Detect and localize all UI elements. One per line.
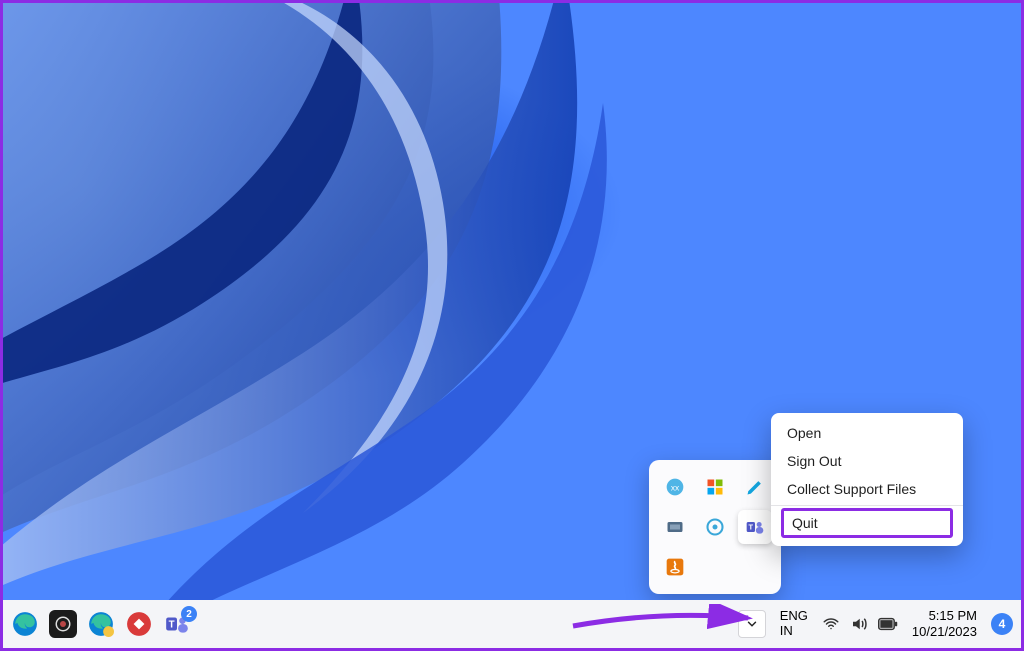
menu-sign-out[interactable]: Sign Out — [771, 447, 963, 475]
chevron-down-icon — [745, 617, 759, 631]
language-line1: ENG — [780, 609, 808, 624]
menu-separator — [771, 505, 963, 506]
safely-remove-tray-icon[interactable] — [658, 510, 692, 544]
edge-profile-taskbar-icon[interactable] — [87, 610, 115, 638]
taskbar-clock[interactable]: 5:15 PM 10/21/2023 — [912, 608, 977, 639]
menu-quit[interactable]: Quit — [781, 508, 953, 538]
volume-icon[interactable] — [850, 615, 868, 633]
driver-tray-icon[interactable] — [698, 510, 732, 544]
teams-taskbar-icon[interactable]: T 2 — [163, 610, 191, 638]
language-indicator[interactable]: ENG IN — [780, 609, 808, 639]
taskbar-right: ENG IN 5:15 PM 10/21/2023 4 — [738, 608, 1013, 639]
tray-flyout: xx T — [649, 460, 781, 594]
menu-open[interactable]: Open — [771, 419, 963, 447]
edge-taskbar-icon[interactable] — [11, 610, 39, 638]
taskbar: T 2 ENG IN 5:15 PM 10/21/2023 4 — [3, 600, 1021, 648]
taskbar-pinned-apps: T 2 — [11, 610, 191, 638]
windows11-bloom — [3, 3, 703, 600]
clock-time: 5:15 PM — [912, 608, 977, 624]
svg-text:xx: xx — [671, 482, 680, 492]
windows-security-tray-icon[interactable] — [698, 470, 732, 504]
language-line2: IN — [780, 624, 808, 639]
teams-tray-icon[interactable]: T — [738, 510, 772, 544]
tray-overflow-button[interactable] — [738, 610, 766, 638]
battery-icon[interactable] — [878, 617, 898, 631]
menu-collect-support-files[interactable]: Collect Support Files — [771, 475, 963, 503]
java-tray-icon[interactable] — [658, 550, 692, 584]
pen-tray-icon[interactable] — [738, 470, 772, 504]
teams-context-menu: Open Sign Out Collect Support Files Quit — [771, 413, 963, 546]
svg-text:T: T — [749, 523, 754, 532]
svg-text:T: T — [169, 619, 175, 630]
clock-date: 10/21/2023 — [912, 624, 977, 640]
action-center-badge[interactable]: 4 — [991, 613, 1013, 635]
wifi-icon[interactable] — [822, 615, 840, 633]
chat-tray-icon[interactable]: xx — [658, 470, 692, 504]
obs-taskbar-icon[interactable] — [49, 610, 77, 638]
teams-notification-badge: 2 — [181, 606, 197, 622]
nordpass-taskbar-icon[interactable] — [125, 610, 153, 638]
